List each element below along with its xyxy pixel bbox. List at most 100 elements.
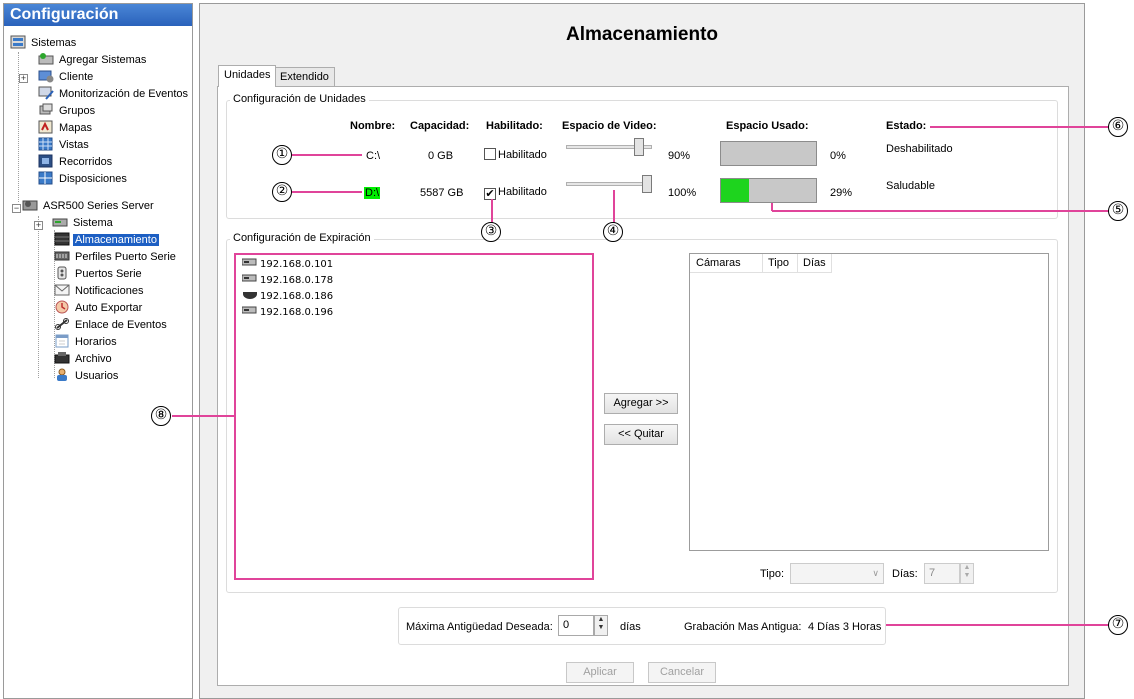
tree-item-archivo[interactable]: Archivo bbox=[54, 351, 114, 368]
encoder-icon bbox=[241, 273, 260, 289]
drive-enabled-checkbox[interactable]: ✔ Habilitado bbox=[484, 186, 547, 200]
collapse-toggle[interactable]: − bbox=[12, 204, 21, 213]
tree-label: Agregar Sistemas bbox=[59, 54, 147, 66]
tree-item-sistema[interactable]: Sistema bbox=[52, 215, 115, 232]
tree-item-puertos-serie[interactable]: Puertos Serie bbox=[54, 266, 144, 283]
add-button[interactable]: Agregar >> bbox=[604, 393, 678, 414]
camera-ip: 192.168.0.101 bbox=[260, 259, 334, 270]
slider-thumb[interactable] bbox=[642, 175, 652, 193]
slider-thumb[interactable] bbox=[634, 138, 645, 156]
tree-item-horarios[interactable]: Horarios bbox=[54, 334, 119, 351]
callout-7: ⑦ bbox=[1108, 615, 1128, 635]
auto-export-icon bbox=[54, 300, 70, 314]
annotation-line bbox=[772, 210, 1109, 212]
list-item[interactable]: 192.168.0.186 bbox=[242, 289, 333, 305]
tree-item-disposiciones[interactable]: Disposiciones bbox=[38, 171, 129, 188]
drive-name: C:\ bbox=[366, 150, 381, 162]
apply-button[interactable]: Aplicar bbox=[566, 662, 634, 683]
tree-label: Grupos bbox=[59, 105, 96, 117]
callout-8: ⑧ bbox=[151, 406, 171, 426]
tree-label: ASR500 Series Server bbox=[43, 200, 154, 212]
expand-toggle[interactable]: + bbox=[34, 221, 43, 230]
tree-item-notificaciones[interactable]: Notificaciones bbox=[54, 283, 145, 300]
tab-extendido[interactable]: Extendido bbox=[274, 67, 335, 87]
header-video-space: Espacio de Video: bbox=[562, 120, 657, 132]
available-cameras-list[interactable]: 192.168.0.101 192.168.0.178 192.168.0.18… bbox=[234, 253, 594, 580]
tab-unidades[interactable]: Unidades bbox=[218, 65, 277, 87]
tree-item-asr500-server[interactable]: ASR500 Series Server bbox=[22, 198, 156, 215]
tree-item-grupos[interactable]: Grupos bbox=[38, 103, 97, 120]
tree-label: Archivo bbox=[75, 353, 112, 365]
header-status: Estado: bbox=[886, 120, 927, 132]
tree-label: Usuarios bbox=[75, 370, 119, 382]
tree-item-cliente[interactable]: Cliente bbox=[38, 69, 95, 86]
checkbox-checked: ✔ bbox=[484, 188, 496, 200]
cancel-button[interactable]: Cancelar bbox=[648, 662, 716, 683]
days-spinner[interactable]: ▲ ▼ bbox=[960, 563, 974, 584]
tree-label: Disposiciones bbox=[59, 173, 127, 185]
tree-line bbox=[38, 216, 39, 378]
tree-label: Auto Exportar bbox=[75, 302, 143, 314]
client-icon bbox=[38, 69, 54, 83]
type-dropdown[interactable]: ∨ bbox=[790, 563, 884, 584]
list-item[interactable]: 192.168.0.101 bbox=[241, 257, 334, 273]
tree-label: Recorridos bbox=[59, 156, 113, 168]
days-unit: días bbox=[620, 621, 641, 633]
annotation-line bbox=[613, 190, 615, 223]
callout-6: ⑥ bbox=[1108, 117, 1128, 137]
tree-item-agregar-sistemas[interactable]: Agregar Sistemas bbox=[38, 52, 148, 69]
used-space-percent: 0% bbox=[830, 150, 846, 162]
list-item[interactable]: 192.168.0.196 bbox=[241, 305, 333, 321]
storage-icon bbox=[54, 232, 70, 246]
header-name: Nombre: bbox=[350, 120, 396, 132]
drive-capacity: 5587 GB bbox=[420, 187, 464, 199]
column-header-dias[interactable]: Días bbox=[803, 257, 826, 269]
column-header-camaras[interactable]: Cámaras bbox=[696, 257, 741, 269]
tree-item-vistas[interactable]: Vistas bbox=[38, 137, 91, 154]
header-enabled: Habilitado: bbox=[486, 120, 543, 132]
add-system-icon bbox=[38, 52, 54, 66]
annotation-line bbox=[930, 126, 1109, 128]
days-field[interactable]: 7 bbox=[924, 563, 960, 584]
encoder-icon bbox=[241, 257, 260, 273]
video-space-percent: 100% bbox=[668, 187, 697, 199]
assigned-cameras-list[interactable]: Cámaras Tipo Días bbox=[689, 253, 1049, 551]
header-capacity: Capacidad: bbox=[410, 120, 470, 132]
video-space-percent: 90% bbox=[668, 150, 691, 162]
tree-item-recorridos[interactable]: Recorridos bbox=[38, 154, 114, 171]
annotation-line bbox=[292, 154, 362, 156]
tree-label: Vistas bbox=[59, 139, 89, 151]
tree-item-usuarios[interactable]: Usuarios bbox=[54, 368, 120, 385]
page-title: Almacenamiento bbox=[565, 24, 719, 45]
used-space-percent: 29% bbox=[830, 187, 853, 199]
drive-enabled-checkbox[interactable]: Habilitado bbox=[484, 148, 547, 161]
tree-item-almacenamiento[interactable]: Almacenamiento bbox=[54, 232, 159, 249]
video-space-slider[interactable] bbox=[566, 182, 652, 186]
list-item[interactable]: 192.168.0.178 bbox=[241, 273, 333, 289]
callout-2: ② bbox=[272, 182, 292, 202]
tree-label: Mapas bbox=[59, 122, 93, 134]
expand-toggle[interactable]: + bbox=[19, 74, 28, 83]
tree-item-mapas[interactable]: Mapas bbox=[38, 120, 94, 137]
tree-item-monitorizacion[interactable]: Monitorización de Eventos bbox=[38, 86, 190, 103]
tree-label: Enlace de Eventos bbox=[75, 319, 167, 331]
tree-item-enlace-eventos[interactable]: Enlace de Eventos bbox=[54, 317, 169, 334]
header-used-space: Espacio Usado: bbox=[726, 120, 809, 132]
remove-button[interactable]: << Quitar bbox=[604, 424, 678, 445]
column-header-tipo[interactable]: Tipo bbox=[768, 257, 789, 269]
tree-item-sistemas[interactable]: Sistemas bbox=[10, 35, 78, 52]
drive-status: Deshabilitado bbox=[886, 143, 953, 155]
tree-item-perfiles-puerto-serie[interactable]: Perfiles Puerto Serie bbox=[54, 249, 178, 266]
expiration-group-title: Configuración de Expiración bbox=[230, 232, 374, 244]
schedule-icon bbox=[54, 334, 70, 348]
units-group-title: Configuración de Unidades bbox=[230, 93, 369, 105]
max-age-field[interactable]: 0 bbox=[558, 615, 594, 636]
serial-profile-icon bbox=[54, 249, 70, 263]
event-monitor-icon bbox=[38, 86, 54, 100]
tree-item-auto-exportar[interactable]: Auto Exportar bbox=[54, 300, 144, 317]
archive-icon bbox=[54, 351, 70, 365]
camera-ip: 192.168.0.186 bbox=[260, 291, 334, 302]
checkbox-unchecked bbox=[484, 148, 496, 160]
groups-icon bbox=[38, 103, 54, 117]
max-age-spinner[interactable]: ▲ ▼ bbox=[594, 615, 608, 636]
